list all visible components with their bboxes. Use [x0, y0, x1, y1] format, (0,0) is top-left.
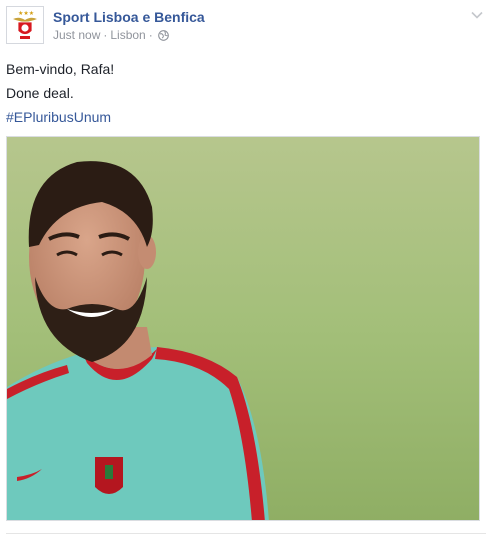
hashtag-link[interactable]: #EPluribusUnum	[6, 109, 111, 125]
post-text-line: Bem-vindo, Rafa!	[6, 61, 115, 77]
benfica-crest-logo: ★★★	[13, 10, 37, 39]
timestamp[interactable]: Just now	[53, 28, 100, 42]
svg-text:★★★: ★★★	[18, 10, 34, 17]
post-footer-divider	[6, 533, 486, 534]
post-photo[interactable]	[6, 136, 480, 521]
post-text-line: Done deal.	[6, 85, 74, 101]
page-avatar[interactable]: ★★★	[6, 6, 44, 44]
location-link[interactable]: Lisbon	[110, 28, 145, 42]
player-photo-illustration	[7, 137, 479, 520]
meta-separator: ·	[148, 28, 153, 42]
globe-icon[interactable]	[157, 29, 169, 41]
meta-separator: ·	[103, 28, 108, 42]
facebook-post: ★★★ Sport Lisboa e Benfica Just now · Li…	[0, 0, 492, 538]
chevron-down-icon[interactable]	[470, 8, 484, 22]
page-name-link[interactable]: Sport Lisboa e Benfica	[53, 9, 205, 25]
post-meta: Just now · Lisbon ·	[53, 28, 169, 42]
